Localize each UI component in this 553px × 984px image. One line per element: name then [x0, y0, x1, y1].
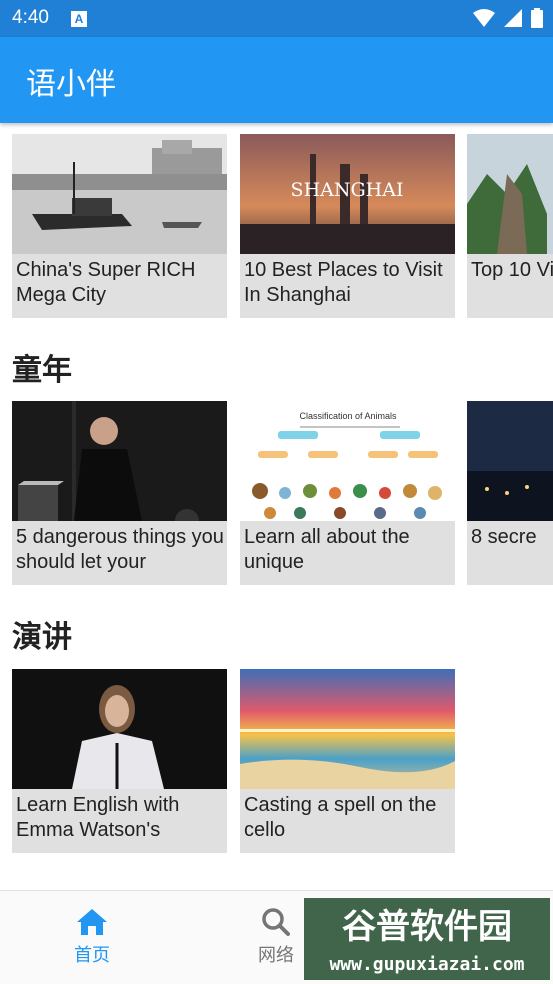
video-row[interactable]: China's Super RICH Mega City SHANGHAI 10… — [0, 134, 553, 320]
app-title: 语小伴 — [26, 67, 116, 102]
video-card[interactable]: Casting a spell on the cello — [240, 669, 455, 853]
video-thumbnail — [12, 669, 227, 789]
video-thumbnail: Classification of Animals — [240, 401, 455, 521]
video-title: Learn English with Emma Watson's — [16, 794, 180, 841]
video-card[interactable]: Top 10 Visit In — [467, 134, 553, 318]
video-title: Casting a spell on the cello — [244, 794, 437, 841]
video-title: 5 dangerous things you should let your — [16, 526, 224, 573]
video-thumbnail — [240, 669, 455, 789]
video-card[interactable]: China's Super RICH Mega City — [12, 134, 227, 318]
wifi-icon — [472, 9, 495, 27]
battery-icon — [531, 8, 543, 28]
video-thumbnail: SHANGHAI — [240, 134, 455, 254]
status-time: 4:40 — [12, 7, 49, 28]
status-notification-badge: A — [71, 11, 87, 27]
video-card[interactable]: 8 secre — [467, 401, 553, 585]
watermark-url: www.gupuxiazai.com — [329, 954, 524, 975]
video-card[interactable]: Classification of Animals Learn all abou… — [240, 401, 455, 585]
watermark-logo: 谷普软件园 www.gupuxiazai.com — [304, 898, 550, 980]
nav-home[interactable]: 首页 — [32, 891, 152, 984]
video-title: Learn all about the unique — [244, 526, 410, 573]
video-thumbnail — [12, 401, 227, 521]
video-title: 10 Best Places to Visit In Shanghai — [244, 259, 443, 306]
video-thumbnail — [467, 134, 553, 254]
video-row[interactable]: 5 dangerous things you should let your C… — [0, 401, 553, 587]
nav-home-label: 首页 — [74, 945, 110, 966]
section-title: 演讲 — [12, 620, 72, 655]
video-title: 8 secre — [471, 526, 537, 548]
video-card[interactable]: Learn English with Emma Watson's — [12, 669, 227, 853]
video-title: Top 10 Visit In — [471, 259, 553, 281]
video-row[interactable]: Learn English with Emma Watson's Casting… — [0, 669, 553, 855]
video-card[interactable]: 5 dangerous things you should let your — [12, 401, 227, 585]
search-icon — [262, 908, 290, 936]
signal-icon — [503, 9, 522, 27]
watermark-title: 谷普软件园 — [342, 907, 512, 947]
thumbnail-overlay-text: Classification of Animals — [299, 411, 397, 421]
status-bar: 4:40 A — [0, 0, 553, 37]
home-icon — [77, 909, 107, 935]
video-thumbnail — [467, 401, 553, 521]
video-thumbnail — [12, 134, 227, 254]
status-icons — [469, 8, 543, 28]
app-bar: 语小伴 — [0, 37, 553, 123]
section-title: 童年 — [12, 353, 72, 388]
home-feed[interactable]: China's Super RICH Mega City SHANGHAI 10… — [0, 123, 553, 890]
thumbnail-overlay-text: SHANGHAI — [291, 179, 404, 201]
video-card[interactable]: SHANGHAI 10 Best Places to Visit In Shan… — [240, 134, 455, 318]
video-title: China's Super RICH Mega City — [16, 259, 196, 306]
